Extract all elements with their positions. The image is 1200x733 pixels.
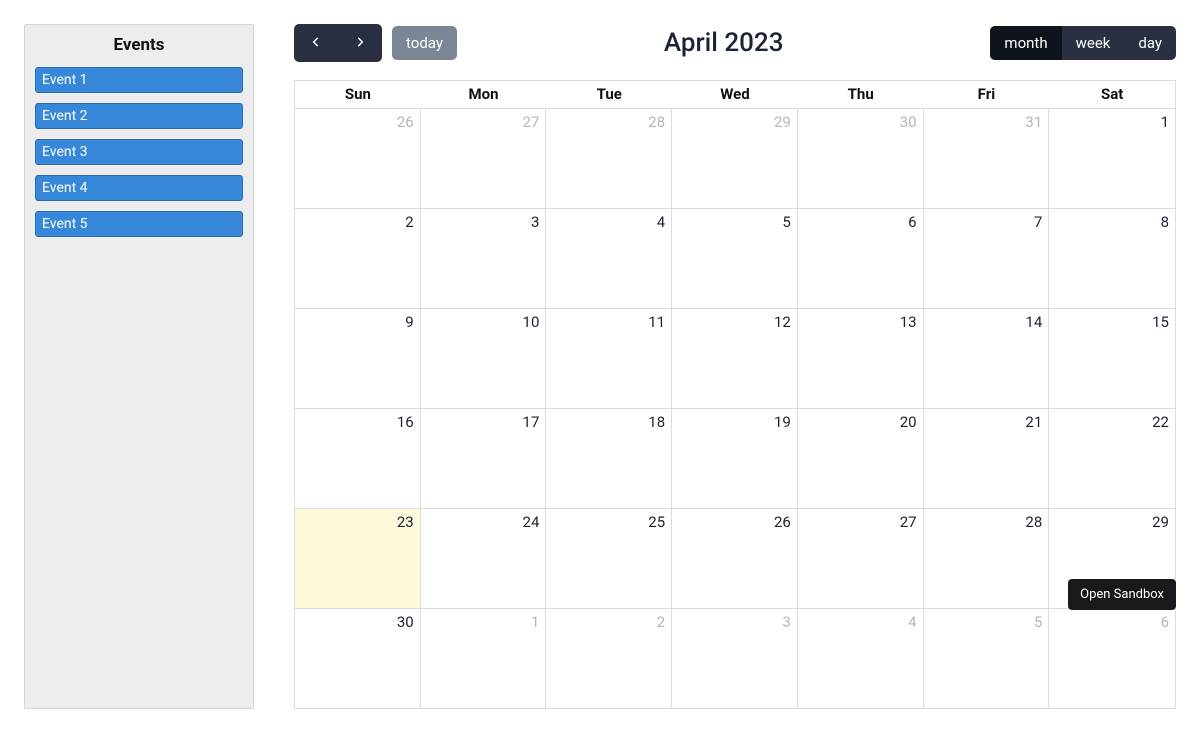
day-cell[interactable]: 30: [295, 609, 421, 709]
day-cell[interactable]: 13: [798, 309, 924, 409]
day-cell[interactable]: 6: [1049, 609, 1175, 709]
day-cell[interactable]: 10: [421, 309, 547, 409]
day-cell[interactable]: 2: [546, 609, 672, 709]
view-group: month week day: [990, 26, 1176, 60]
day-cell[interactable]: 1: [1049, 109, 1175, 209]
calendar-title: April 2023: [664, 28, 784, 58]
nav-group: [294, 24, 382, 62]
day-cell[interactable]: 22: [1049, 409, 1175, 509]
dow-cell: Thu: [798, 81, 924, 109]
day-cell[interactable]: 29: [672, 109, 798, 209]
day-cell[interactable]: 11: [546, 309, 672, 409]
dow-cell: Fri: [924, 81, 1050, 109]
event-item[interactable]: Event 1: [35, 67, 243, 93]
day-cell[interactable]: 17: [421, 409, 547, 509]
day-cell[interactable]: 7: [924, 209, 1050, 309]
day-cell[interactable]: 16: [295, 409, 421, 509]
day-cell[interactable]: 27: [798, 509, 924, 609]
weeks-container: 2627282930311234567891011121314151617181…: [295, 109, 1175, 709]
week-row: 9101112131415: [295, 309, 1175, 409]
day-cell[interactable]: 28: [924, 509, 1050, 609]
day-cell[interactable]: 9: [295, 309, 421, 409]
prev-button[interactable]: [294, 24, 338, 62]
day-cell[interactable]: 23: [295, 509, 421, 609]
view-day-button[interactable]: day: [1124, 26, 1176, 60]
events-title: Events: [35, 35, 243, 55]
day-cell[interactable]: 28: [546, 109, 672, 209]
events-list: Event 1 Event 2 Event 3 Event 4 Event 5: [35, 67, 243, 237]
day-cell[interactable]: 2: [295, 209, 421, 309]
day-cell[interactable]: 20: [798, 409, 924, 509]
chevron-left-icon: [309, 34, 323, 53]
day-cell[interactable]: 21: [924, 409, 1050, 509]
day-cell[interactable]: 26: [672, 509, 798, 609]
chevron-right-icon: [353, 34, 367, 53]
day-cell[interactable]: 18: [546, 409, 672, 509]
dow-cell: Sun: [295, 81, 421, 109]
day-cell[interactable]: 26: [295, 109, 421, 209]
calendar-toolbar: today April 2023 month week day: [294, 24, 1176, 62]
calendar-grid: SunMonTueWedThuFriSat 262728293031123456…: [294, 80, 1176, 709]
day-cell[interactable]: 3: [672, 609, 798, 709]
day-of-week-header: SunMonTueWedThuFriSat: [295, 81, 1175, 109]
week-row: 2627282930311: [295, 109, 1175, 209]
day-cell[interactable]: 14: [924, 309, 1050, 409]
week-row: 23242526272829: [295, 509, 1175, 609]
dow-cell: Tue: [546, 81, 672, 109]
day-cell[interactable]: 1: [421, 609, 547, 709]
event-item[interactable]: Event 2: [35, 103, 243, 129]
day-cell[interactable]: 8: [1049, 209, 1175, 309]
day-cell[interactable]: 4: [798, 609, 924, 709]
event-item[interactable]: Event 3: [35, 139, 243, 165]
day-cell[interactable]: 12: [672, 309, 798, 409]
day-cell[interactable]: 3: [421, 209, 547, 309]
events-sidebar: Events Event 1Event 2Event 3Event 4Event…: [24, 24, 254, 709]
day-cell[interactable]: 5: [672, 209, 798, 309]
week-row: 2345678: [295, 209, 1175, 309]
next-button[interactable]: [338, 24, 382, 62]
day-cell[interactable]: 4: [546, 209, 672, 309]
open-sandbox-button[interactable]: Open Sandbox: [1068, 579, 1176, 610]
day-cell[interactable]: 27: [421, 109, 547, 209]
dow-cell: Mon: [421, 81, 547, 109]
view-week-button[interactable]: week: [1062, 26, 1125, 60]
view-month-button[interactable]: month: [990, 26, 1061, 60]
day-cell[interactable]: 15: [1049, 309, 1175, 409]
day-cell[interactable]: 30: [798, 109, 924, 209]
event-item[interactable]: Event 5: [35, 211, 243, 237]
day-cell[interactable]: 31: [924, 109, 1050, 209]
day-cell[interactable]: 19: [672, 409, 798, 509]
day-cell[interactable]: 25: [546, 509, 672, 609]
day-cell[interactable]: 6: [798, 209, 924, 309]
today-button[interactable]: today: [392, 26, 457, 60]
dow-cell: Wed: [672, 81, 798, 109]
event-item[interactable]: Event 4: [35, 175, 243, 201]
calendar-main: today April 2023 month week day SunMonTu…: [294, 24, 1176, 709]
day-cell[interactable]: 24: [421, 509, 547, 609]
week-row: 30123456: [295, 609, 1175, 709]
week-row: 16171819202122: [295, 409, 1175, 509]
dow-cell: Sat: [1049, 81, 1175, 109]
day-cell[interactable]: 5: [924, 609, 1050, 709]
